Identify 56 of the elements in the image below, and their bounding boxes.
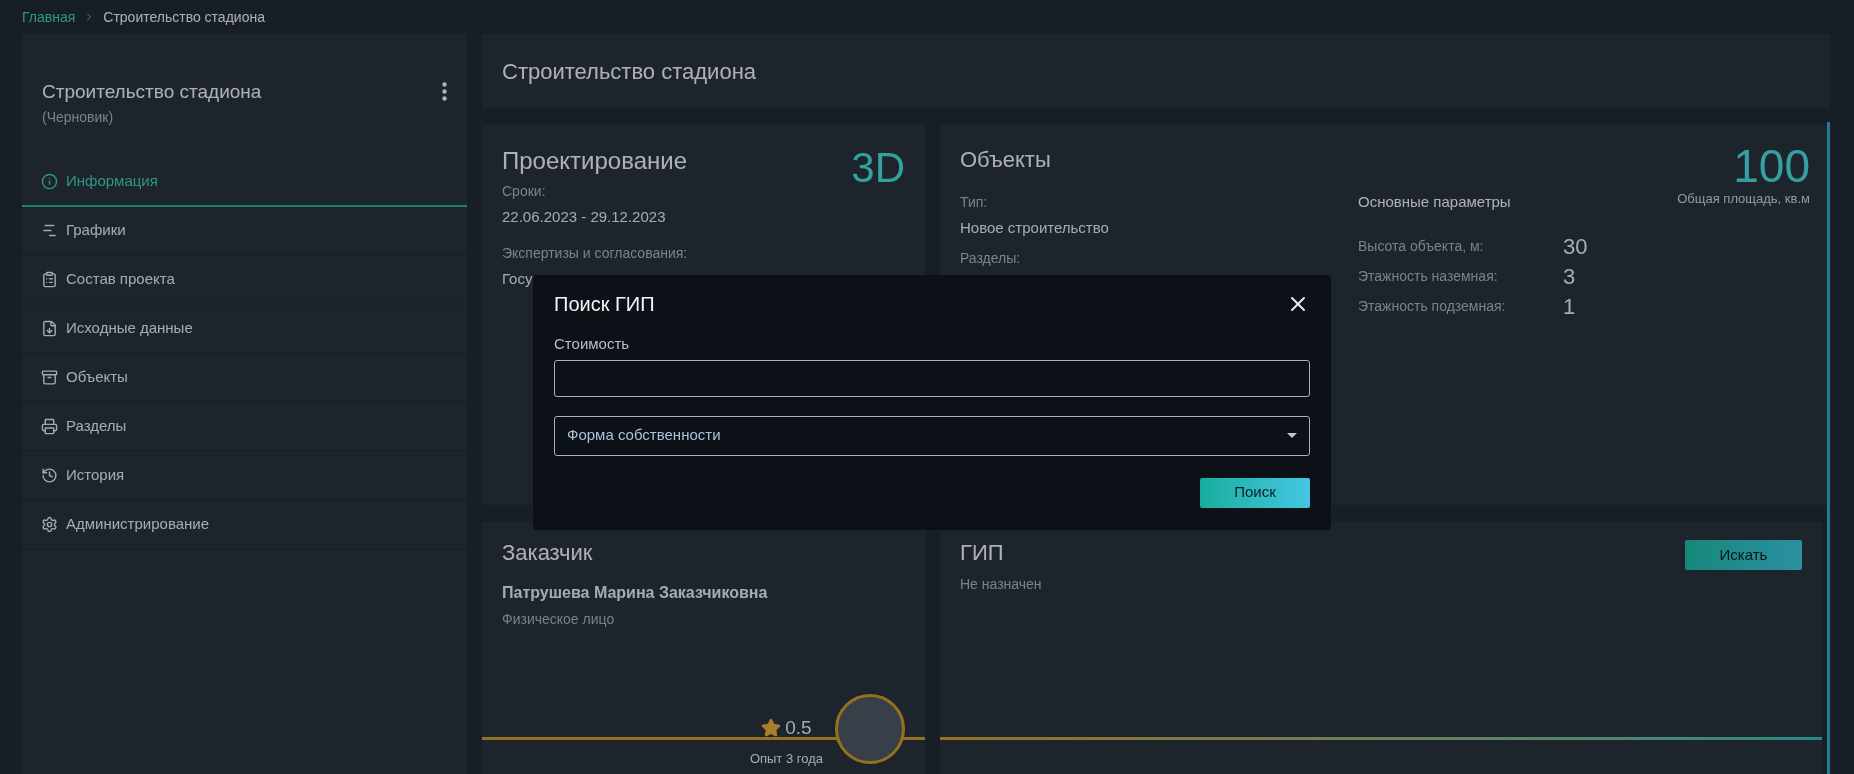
param-label: Этажность подземная: xyxy=(1358,297,1507,316)
breadcrumb-current: Строительство стадиона xyxy=(103,7,265,27)
history-icon xyxy=(41,466,58,484)
project-status: (Черновик) xyxy=(42,107,115,127)
total-area-label: Общая площадь, кв.м xyxy=(1677,190,1810,208)
params-title: Основные параметры xyxy=(1358,192,1512,212)
param-value: 1 xyxy=(1563,293,1576,321)
sidebar-item[interactable]: Администрирование xyxy=(22,500,467,550)
sidebar-item[interactable]: Исходные данные xyxy=(22,304,467,354)
card-title: Объекты xyxy=(960,146,1052,174)
search-button[interactable]: Искать xyxy=(1685,540,1802,570)
clipboard-icon xyxy=(41,270,58,288)
cost-label: Стоимость xyxy=(554,334,631,354)
field-label: Разделы: xyxy=(960,248,1022,268)
box-icon xyxy=(41,368,58,386)
field-value: 22.06.2023 - 29.12.2023 xyxy=(502,207,667,227)
customer-type: Физическое лицо xyxy=(502,610,616,629)
project-title: Строительство стадиона xyxy=(42,80,262,104)
sidebar-item[interactable]: Состав проекта xyxy=(22,255,467,305)
ownership-select[interactable]: Форма собственности xyxy=(554,415,1310,456)
3d-label: 3D xyxy=(851,147,905,189)
sidebar-item[interactable]: Графики xyxy=(22,206,467,256)
dropdown-caret-icon xyxy=(1287,433,1297,438)
param-value: 30 xyxy=(1563,233,1588,261)
param-label: Высота объекта, м: xyxy=(1358,237,1485,256)
sidebar-item[interactable]: Объекты xyxy=(22,353,467,403)
gip-status: Не назначен xyxy=(960,575,1043,594)
page-title: Строительство стадиона xyxy=(502,57,757,86)
field-value: Госу xyxy=(502,268,534,289)
card-title: Проектирование xyxy=(502,146,687,176)
sidebar-item[interactable]: Разделы xyxy=(22,402,467,452)
card-title: ГИП xyxy=(960,539,1004,567)
star-icon xyxy=(761,718,782,739)
param-value: 3 xyxy=(1563,263,1576,291)
customer-name: Патрушева Марина Заказчиковна xyxy=(502,583,769,603)
card-title: Заказчик xyxy=(502,539,594,567)
printer-icon xyxy=(41,417,58,435)
field-label: Экспертизы и согласования: xyxy=(502,243,689,263)
field-value: Новое строительство xyxy=(960,218,1110,238)
more-icon xyxy=(442,82,447,101)
info-icon xyxy=(41,172,58,190)
sidebar-item[interactable]: Информация xyxy=(22,157,467,207)
more-menu-button[interactable] xyxy=(442,82,447,101)
cost-input[interactable] xyxy=(554,359,1310,397)
field-label: Тип: xyxy=(960,193,989,212)
total-area-value: 100 xyxy=(1733,143,1810,189)
sidebar-item[interactable]: История xyxy=(22,451,467,501)
breadcrumb-link[interactable]: Главная xyxy=(22,6,76,28)
dialog-title: Поиск ГИП xyxy=(554,292,655,317)
param-label: Этажность наземная: xyxy=(1358,267,1499,286)
settings-icon xyxy=(41,515,58,533)
rating-value: 0.5 xyxy=(785,716,812,740)
experience-text: Опыт 3 года xyxy=(749,749,823,768)
search-button[interactable]: Поиск xyxy=(1200,477,1310,508)
download-icon xyxy=(41,319,58,337)
field-label: Сроки: xyxy=(502,182,547,201)
